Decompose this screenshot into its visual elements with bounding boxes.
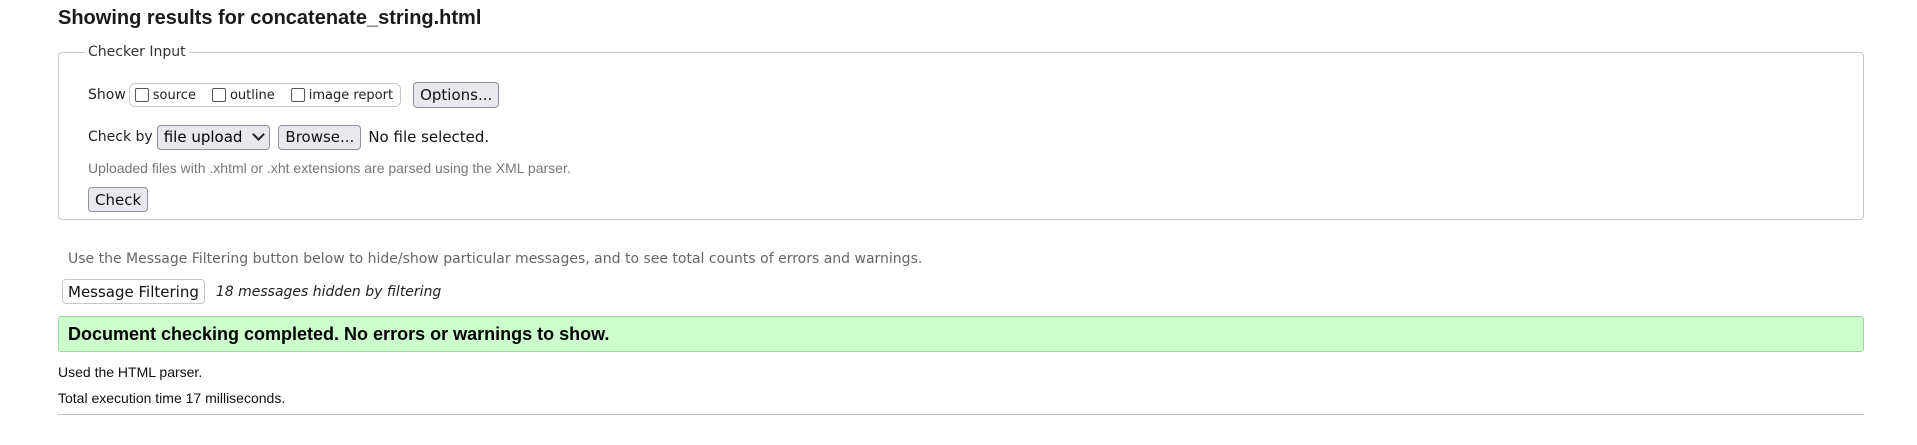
page-title: Showing results for concatenate_string.h…: [58, 7, 482, 29]
options-button[interactable]: Options...: [413, 82, 500, 108]
check-by-selected-value: file upload: [163, 128, 243, 146]
hidden-messages-count: 18 messages hidden by filtering: [215, 283, 442, 300]
show-label: Show: [88, 87, 126, 103]
source-checkbox[interactable]: [134, 88, 149, 102]
checker-input-legend: Checker Input: [88, 44, 186, 60]
show-options-row: Show source outline image report Options…: [88, 82, 500, 108]
source-checkbox-label[interactable]: source: [153, 88, 196, 103]
filtering-row: Message Filtering 18 messages hidden by …: [62, 279, 441, 304]
browse-button[interactable]: Browse...: [278, 124, 362, 150]
parser-info: Used the HTML parser.: [58, 364, 203, 380]
divider: [58, 414, 1864, 415]
check-by-row: Check by file upload Browse... No file s…: [88, 124, 489, 150]
image-report-checkbox[interactable]: [290, 88, 305, 102]
message-filtering-button[interactable]: Message Filtering: [62, 279, 205, 304]
upload-note: Uploaded files with .xhtml or .xht exten…: [88, 160, 571, 176]
check-by-select[interactable]: file upload: [156, 124, 271, 150]
outline-checkbox[interactable]: [211, 88, 226, 102]
image-report-checkbox-label[interactable]: image report: [309, 88, 393, 103]
check-by-label: Check by: [88, 129, 153, 145]
validator-results-page: Showing results for concatenate_string.h…: [0, 0, 1917, 445]
filtering-note: Use the Message Filtering button below t…: [68, 251, 923, 267]
chevron-down-icon: [252, 128, 266, 141]
file-status: No file selected.: [368, 128, 490, 146]
check-button[interactable]: Check: [88, 187, 149, 212]
execution-time: Total execution time 17 milliseconds.: [58, 390, 286, 406]
success-message: Document checking completed. No errors o…: [58, 316, 1864, 352]
show-options-group: source outline image report: [128, 83, 402, 107]
outline-checkbox-label[interactable]: outline: [230, 88, 275, 103]
